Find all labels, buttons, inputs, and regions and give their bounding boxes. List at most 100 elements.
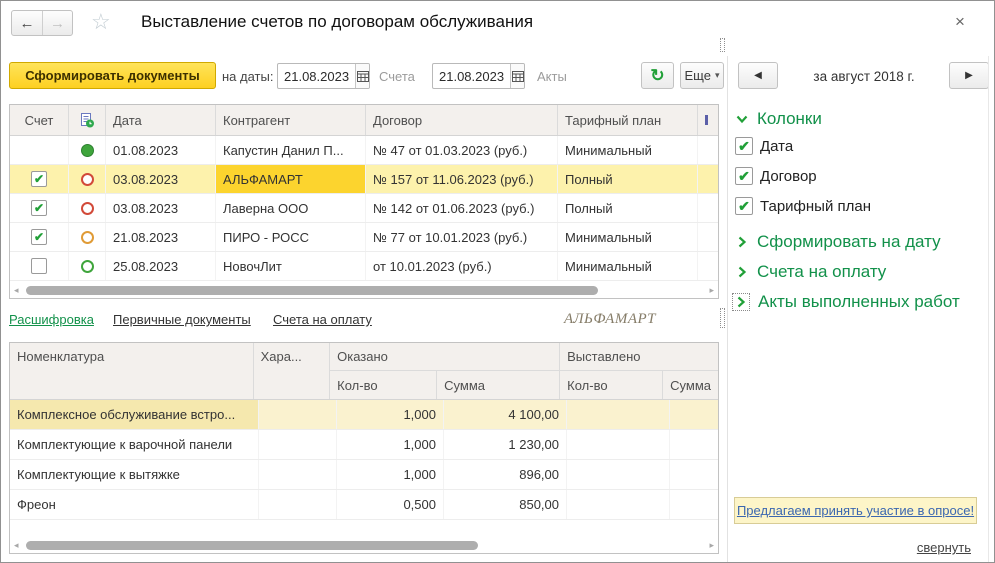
row-select-cell[interactable]: ✔ [10,223,69,251]
splitter-grip[interactable] [720,308,725,328]
section-completed-work-acts[interactable]: Акты выполненных работ [732,292,960,312]
detail-characteristic-cell[interactable] [259,430,337,459]
column-header-billed[interactable]: Выставлено [560,343,718,371]
row-select-cell[interactable] [10,136,69,164]
column-header-billed-sum[interactable]: Сумма [663,371,718,399]
row-contract-cell[interactable]: № 77 от 10.01.2023 (руб.) [366,223,558,251]
tab-decode-link[interactable]: Расшифровка [9,312,94,327]
back-button[interactable]: ← [12,11,43,35]
forward-button[interactable]: → [43,11,72,35]
detail-row[interactable]: Комплектующие к вытяжке 1,000 896,00 [10,460,718,490]
survey-link[interactable]: Предлагаем принять участие в опросе! [734,497,977,524]
detail-rendered-qty-cell[interactable]: 1,000 [337,460,444,489]
contracts-row[interactable]: 25.08.2023 НовочЛит от 10.01.2023 (руб.)… [10,252,718,281]
section-payment-invoices[interactable]: Счета на оплату [735,262,886,282]
row-date-cell[interactable]: 03.08.2023 [106,165,216,193]
column-header-nomenclature[interactable]: Номенклатура [10,343,254,399]
row-contract-cell[interactable]: № 142 от 01.06.2023 (руб.) [366,194,558,222]
invoices-date-value[interactable]: 21.08.2023 [278,64,355,88]
row-checkbox[interactable]: ✔ [31,171,47,187]
row-checkbox[interactable]: ✔ [31,200,47,216]
row-contract-cell[interactable]: № 47 от 01.03.2023 (руб.) [366,136,558,164]
checkbox[interactable]: ✔ [735,167,753,185]
row-counterparty-cell[interactable]: ПИРО - РОСС [216,223,366,251]
detail-name-cell[interactable]: Комплектующие к варочной панели [10,430,259,459]
scrollbar-thumb[interactable] [26,541,478,550]
row-plan-cell[interactable]: Минимальный [558,252,698,280]
refresh-button[interactable]: ↻ [641,62,674,89]
scroll-left-icon[interactable]: ◂ [14,539,19,551]
detail-rendered-sum-cell[interactable]: 1 230,00 [444,430,567,459]
acts-date-field[interactable]: 21.08.2023 [432,63,525,89]
detail-billed-qty-cell[interactable] [567,490,670,519]
contracts-row[interactable]: 01.08.2023 Капустин Данил П... № 47 от 0… [10,136,718,165]
invoices-date-field[interactable]: 21.08.2023 [277,63,370,89]
column-header-select[interactable]: Счет [10,105,69,135]
acts-calendar-button[interactable] [510,64,524,88]
columns-section-header[interactable]: Колонки [735,109,822,129]
detail-characteristic-cell[interactable] [259,460,337,489]
column-header-rendered[interactable]: Оказано [330,343,560,371]
row-select-cell[interactable]: ✔ [10,194,69,222]
detail-hscrollbar[interactable]: ◂ ▸ [12,539,716,551]
scroll-right-icon[interactable]: ▸ [709,284,714,296]
row-counterparty-cell[interactable]: Лаверна ООО [216,194,366,222]
column-header-counterparty[interactable]: Контрагент [216,105,366,135]
tab-primary-documents-link[interactable]: Первичные документы [113,312,251,327]
row-plan-cell[interactable]: Минимальный [558,223,698,251]
contracts-row[interactable]: ✔ 21.08.2023 ПИРО - РОСС № 77 от 10.01.2… [10,223,718,252]
detail-rendered-sum-cell[interactable]: 896,00 [444,460,567,489]
detail-name-cell[interactable]: Комплексное обслуживание встро... [10,400,259,429]
collapse-panel-link[interactable]: свернуть [917,540,971,555]
detail-characteristic-cell[interactable] [259,400,337,429]
tab-payment-invoices-link[interactable]: Счета на оплату [273,312,372,327]
favorite-star-icon[interactable]: ☆ [91,9,111,35]
contracts-hscrollbar[interactable]: ◂ ▸ [12,284,716,296]
prev-period-button[interactable]: ◀ [738,62,778,89]
column-header-contract[interactable]: Договор [366,105,558,135]
detail-rendered-sum-cell[interactable]: 850,00 [444,490,567,519]
column-toggle-contract[interactable]: ✔ Договор [735,167,817,185]
detail-row[interactable]: Фреон 0,500 850,00 [10,490,718,520]
close-button[interactable]: × [947,9,973,35]
row-contract-cell[interactable]: № 157 от 11.06.2023 (руб.) [366,165,558,193]
column-header-rendered-qty[interactable]: Кол-во [330,371,437,399]
column-header-plan[interactable]: Тарифный план [558,105,698,135]
contracts-row[interactable]: ✔ 03.08.2023 АЛЬФАМАРТ № 157 от 11.06.20… [10,165,718,194]
row-checkbox-unchecked[interactable] [31,258,47,274]
row-plan-cell[interactable]: Полный [558,165,698,193]
column-header-formed[interactable] [69,105,106,135]
row-select-cell[interactable] [10,252,69,280]
detail-rendered-qty-cell[interactable]: 1,000 [337,400,444,429]
contracts-row[interactable]: ✔ 03.08.2023 Лаверна ООО № 142 от 01.06.… [10,194,718,223]
more-button[interactable]: Еще ▾ [680,62,724,89]
row-date-cell[interactable]: 25.08.2023 [106,252,216,280]
detail-name-cell[interactable]: Комплектующие к вытяжке [10,460,259,489]
row-date-cell[interactable]: 01.08.2023 [106,136,216,164]
detail-billed-sum-cell[interactable] [670,430,718,459]
detail-billed-sum-cell[interactable] [670,490,718,519]
column-header-billed-qty[interactable]: Кол-во [560,371,663,399]
section-generate-on-date[interactable]: Сформировать на дату [735,232,941,252]
column-header-characteristic[interactable]: Хара... [254,343,331,399]
detail-billed-sum-cell[interactable] [670,460,718,489]
row-date-cell[interactable]: 21.08.2023 [106,223,216,251]
invoices-calendar-button[interactable] [355,64,369,88]
row-contract-cell[interactable]: от 10.01.2023 (руб.) [366,252,558,280]
column-toggle-plan[interactable]: ✔ Тарифный план [735,197,871,215]
splitter-grip[interactable] [720,38,725,52]
row-counterparty-cell[interactable]: НовочЛит [216,252,366,280]
row-plan-cell[interactable]: Минимальный [558,136,698,164]
detail-billed-qty-cell[interactable] [567,430,670,459]
detail-rendered-sum-cell[interactable]: 4 100,00 [444,400,567,429]
detail-billed-qty-cell[interactable] [567,460,670,489]
scrollbar-thumb[interactable] [26,286,598,295]
detail-name-cell[interactable]: Фреон [10,490,259,519]
row-select-cell[interactable]: ✔ [10,165,69,193]
row-date-cell[interactable]: 03.08.2023 [106,194,216,222]
row-counterparty-cell[interactable]: Капустин Данил П... [216,136,366,164]
acts-date-value[interactable]: 21.08.2023 [433,64,510,88]
scroll-left-icon[interactable]: ◂ [14,284,19,296]
scroll-right-icon[interactable]: ▸ [709,539,714,551]
detail-billed-sum-cell[interactable] [670,400,718,429]
